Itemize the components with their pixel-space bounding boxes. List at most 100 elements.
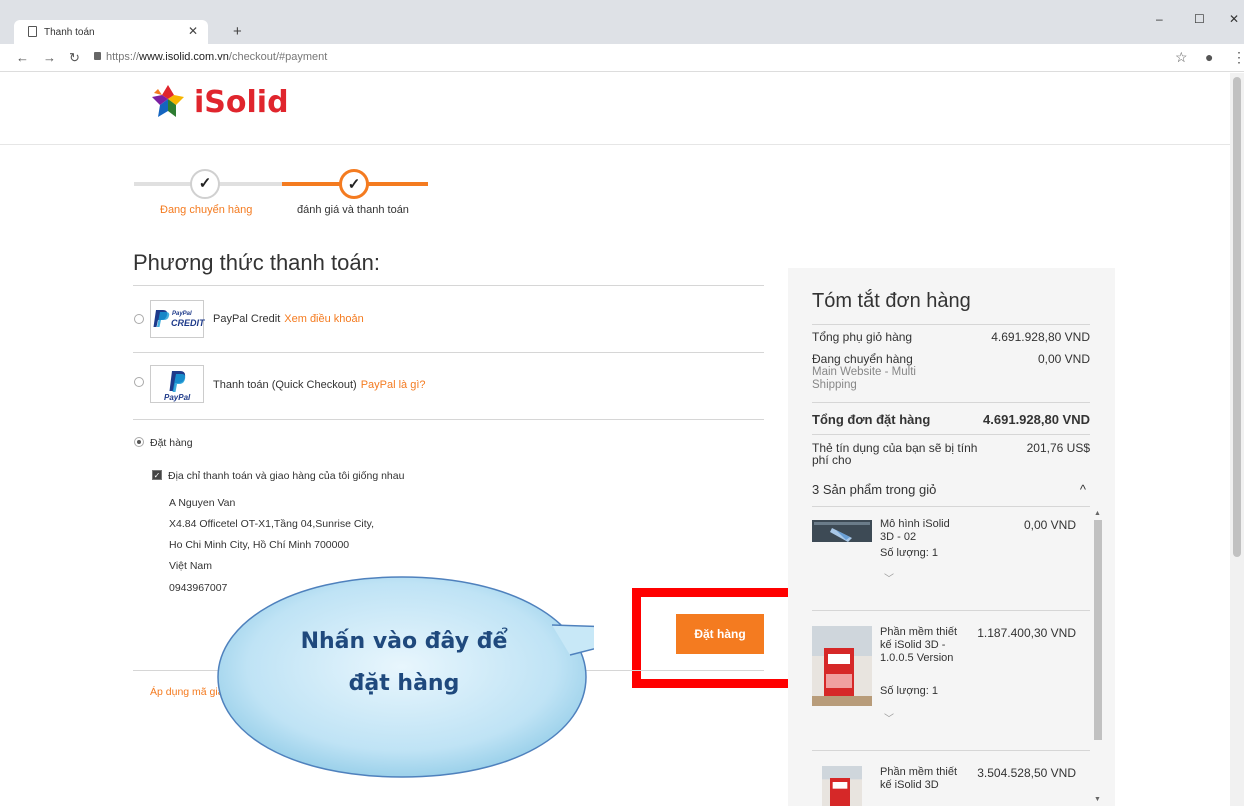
product-thumbnail-1 bbox=[812, 518, 872, 578]
subtotal-value: 4.691.928,80 VND bbox=[991, 330, 1090, 344]
divider bbox=[812, 610, 1090, 611]
address-country: Việt Nam bbox=[169, 560, 212, 572]
scroll-up-icon[interactable]: ▲ bbox=[1094, 510, 1101, 517]
address-name: A Nguyen Van bbox=[169, 497, 236, 509]
cart-item-name[interactable]: Phần mềm thiết kế iSolid 3D - 1.0.0.5 Ve… bbox=[880, 626, 966, 665]
paypal-credit-option[interactable]: PayPal Credit Xem điều khoản bbox=[213, 313, 364, 325]
product-thumbnail-3 bbox=[822, 766, 862, 806]
step2-label: đánh giá và thanh toán bbox=[297, 204, 409, 216]
minimize-icon[interactable]: – bbox=[1156, 12, 1163, 26]
cart-item-name[interactable]: Mô hình iSolid 3D - 02 bbox=[880, 518, 966, 544]
menu-icon[interactable]: ⋮ bbox=[1232, 49, 1244, 66]
brand-name: iSolid bbox=[194, 85, 289, 120]
forward-icon[interactable]: → bbox=[43, 50, 56, 65]
same-address-checkbox[interactable]: ✓ bbox=[152, 470, 162, 480]
svg-text:PayPal: PayPal bbox=[164, 393, 191, 402]
paypal-what-is-link[interactable]: PayPal là gì? bbox=[361, 379, 426, 391]
same-address-label[interactable]: Địa chỉ thanh toán và giao hàng của tôi … bbox=[168, 470, 404, 482]
cart-item-price: 3.504.528,50 VND bbox=[977, 766, 1076, 780]
chevron-down-icon[interactable]: ﹀ bbox=[884, 710, 894, 725]
paypal-logo: PayPal bbox=[150, 365, 204, 403]
step1-label[interactable]: Đang chuyển hàng bbox=[160, 204, 252, 216]
divider bbox=[133, 285, 764, 286]
cart-item-price: 0,00 VND bbox=[1023, 518, 1076, 532]
browser-tab-strip: Thanh toán ✕ + – ☐ ✕ bbox=[0, 0, 1244, 44]
chevron-up-icon[interactable]: ^ bbox=[1080, 482, 1086, 497]
subtotal-row: Tổng phụ giỏ hàng 4.691.928,80 VND bbox=[812, 330, 1090, 344]
cart-item-name[interactable]: Phần mềm thiết kế iSolid 3D bbox=[880, 766, 966, 792]
cart-scrollbar-thumb[interactable] bbox=[1094, 520, 1102, 740]
cart-item-qty: Số lượng: 1 bbox=[880, 685, 938, 697]
cart-scrollbar[interactable]: ▲ ▼ bbox=[1094, 510, 1102, 806]
subtotal-label: Tổng phụ giỏ hàng bbox=[812, 330, 913, 344]
place-order-option-label[interactable]: Đặt hàng bbox=[150, 437, 193, 449]
divider bbox=[812, 434, 1090, 435]
address-bar[interactable]: https://www.isolid.com.vn/checkout/#paym… bbox=[94, 51, 328, 63]
maximize-icon[interactable]: ☐ bbox=[1194, 12, 1205, 26]
items-header[interactable]: 3 Sản phẩm trong giỏ ^ bbox=[812, 482, 1090, 497]
divider bbox=[812, 324, 1090, 325]
callout-line2: đặt hàng bbox=[348, 671, 460, 696]
divider bbox=[133, 352, 764, 353]
reload-icon[interactable]: ↻ bbox=[69, 50, 80, 66]
url-path: /checkout/#payment bbox=[228, 51, 328, 63]
tab-title: Thanh toán bbox=[44, 27, 95, 38]
paypal-quick-checkout-option[interactable]: Thanh toán (Quick Checkout) PayPal là gì? bbox=[213, 379, 426, 391]
address-line1: X4.84 Officetel OT-X1,Tầng 04,Sunrise Ci… bbox=[169, 518, 375, 530]
url-host: www.isolid.com.vn bbox=[139, 51, 229, 63]
paypal-credit-terms-link[interactable]: Xem điều khoản bbox=[284, 313, 364, 325]
paypal-radio[interactable] bbox=[134, 377, 144, 387]
paypal-credit-label: PayPal Credit bbox=[213, 313, 281, 325]
url-scheme: https:// bbox=[106, 51, 140, 63]
chevron-down-icon[interactable]: ﹀ bbox=[884, 570, 894, 585]
charge-label: Thẻ tín dụng của bạn sẽ bị tính phí cho bbox=[812, 441, 978, 467]
paypal-quick-checkout-label: Thanh toán (Quick Checkout) bbox=[213, 379, 357, 391]
total-value: 4.691.928,80 VND bbox=[983, 412, 1090, 427]
svg-text:PayPal: PayPal bbox=[172, 311, 192, 317]
cart-item-qty: Số lượng: 1 bbox=[880, 547, 938, 559]
step1-check-icon: ✓ bbox=[190, 169, 220, 199]
total-label: Tổng đơn đặt hàng bbox=[812, 412, 931, 427]
divider bbox=[133, 419, 764, 420]
divider bbox=[812, 402, 1090, 403]
payment-heading: Phương thức thanh toán: bbox=[133, 250, 380, 275]
site-header: iSolid bbox=[0, 73, 1244, 145]
divider bbox=[812, 750, 1090, 751]
summary-title: Tóm tắt đơn hàng bbox=[812, 290, 971, 312]
bookmark-star-icon[interactable]: ☆ bbox=[1175, 49, 1188, 66]
charge-value: 201,76 US$ bbox=[1026, 441, 1090, 455]
place-order-radio[interactable] bbox=[134, 437, 144, 447]
document-icon bbox=[28, 26, 37, 37]
close-window-icon[interactable]: ✕ bbox=[1229, 12, 1239, 26]
total-row: Tổng đơn đặt hàng 4.691.928,80 VND bbox=[812, 412, 1090, 427]
profile-icon[interactable]: ● bbox=[1205, 49, 1213, 65]
new-tab-icon[interactable]: + bbox=[233, 23, 242, 40]
svg-text:CREDIT: CREDIT bbox=[171, 318, 205, 328]
address-line2: Ho Chi Minh City, Hồ Chí Minh 700000 bbox=[169, 539, 350, 551]
paypal-credit-logo: PayPal CREDIT bbox=[150, 300, 206, 338]
shipping-row: Đang chuyển hàng Main Website - Multi Sh… bbox=[812, 352, 1090, 392]
browser-toolbar: ← → ↻ https://www.isolid.com.vn/checkout… bbox=[0, 44, 1244, 72]
paypal-icon: PayPal bbox=[164, 371, 191, 402]
items-count: 3 Sản phẩm trong giỏ bbox=[812, 482, 937, 497]
divider bbox=[812, 506, 1090, 507]
paypal-credit-icon: PayPal CREDIT bbox=[153, 310, 206, 328]
callout-line1: Nhấn vào đây để bbox=[300, 629, 508, 654]
order-summary: Tóm tắt đơn hàng Tổng phụ giỏ hàng 4.691… bbox=[788, 268, 1115, 806]
close-tab-icon[interactable]: ✕ bbox=[188, 24, 198, 38]
browser-tab[interactable]: Thanh toán ✕ bbox=[14, 20, 208, 44]
step2-check-icon: ✓ bbox=[339, 169, 369, 199]
lock-icon bbox=[94, 52, 101, 60]
product-thumbnail-2 bbox=[812, 626, 872, 706]
charge-row: Thẻ tín dụng của bạn sẽ bị tính phí cho … bbox=[812, 442, 1090, 466]
paypal-credit-radio[interactable] bbox=[134, 314, 144, 324]
scroll-down-icon[interactable]: ▼ bbox=[1094, 796, 1101, 803]
back-icon[interactable]: ← bbox=[16, 50, 29, 65]
page-scrollbar-thumb[interactable] bbox=[1233, 77, 1241, 557]
isolid-logo-icon bbox=[152, 85, 184, 117]
callout-bubble: Nhấn vào đây để đặt hàng bbox=[214, 575, 594, 779]
page-scrollbar[interactable] bbox=[1230, 73, 1244, 806]
shipping-value: 0,00 VND bbox=[1037, 352, 1090, 366]
place-order-button[interactable]: Đặt hàng bbox=[676, 614, 764, 654]
cart-item-price: 1.187.400,30 VND bbox=[977, 626, 1076, 640]
